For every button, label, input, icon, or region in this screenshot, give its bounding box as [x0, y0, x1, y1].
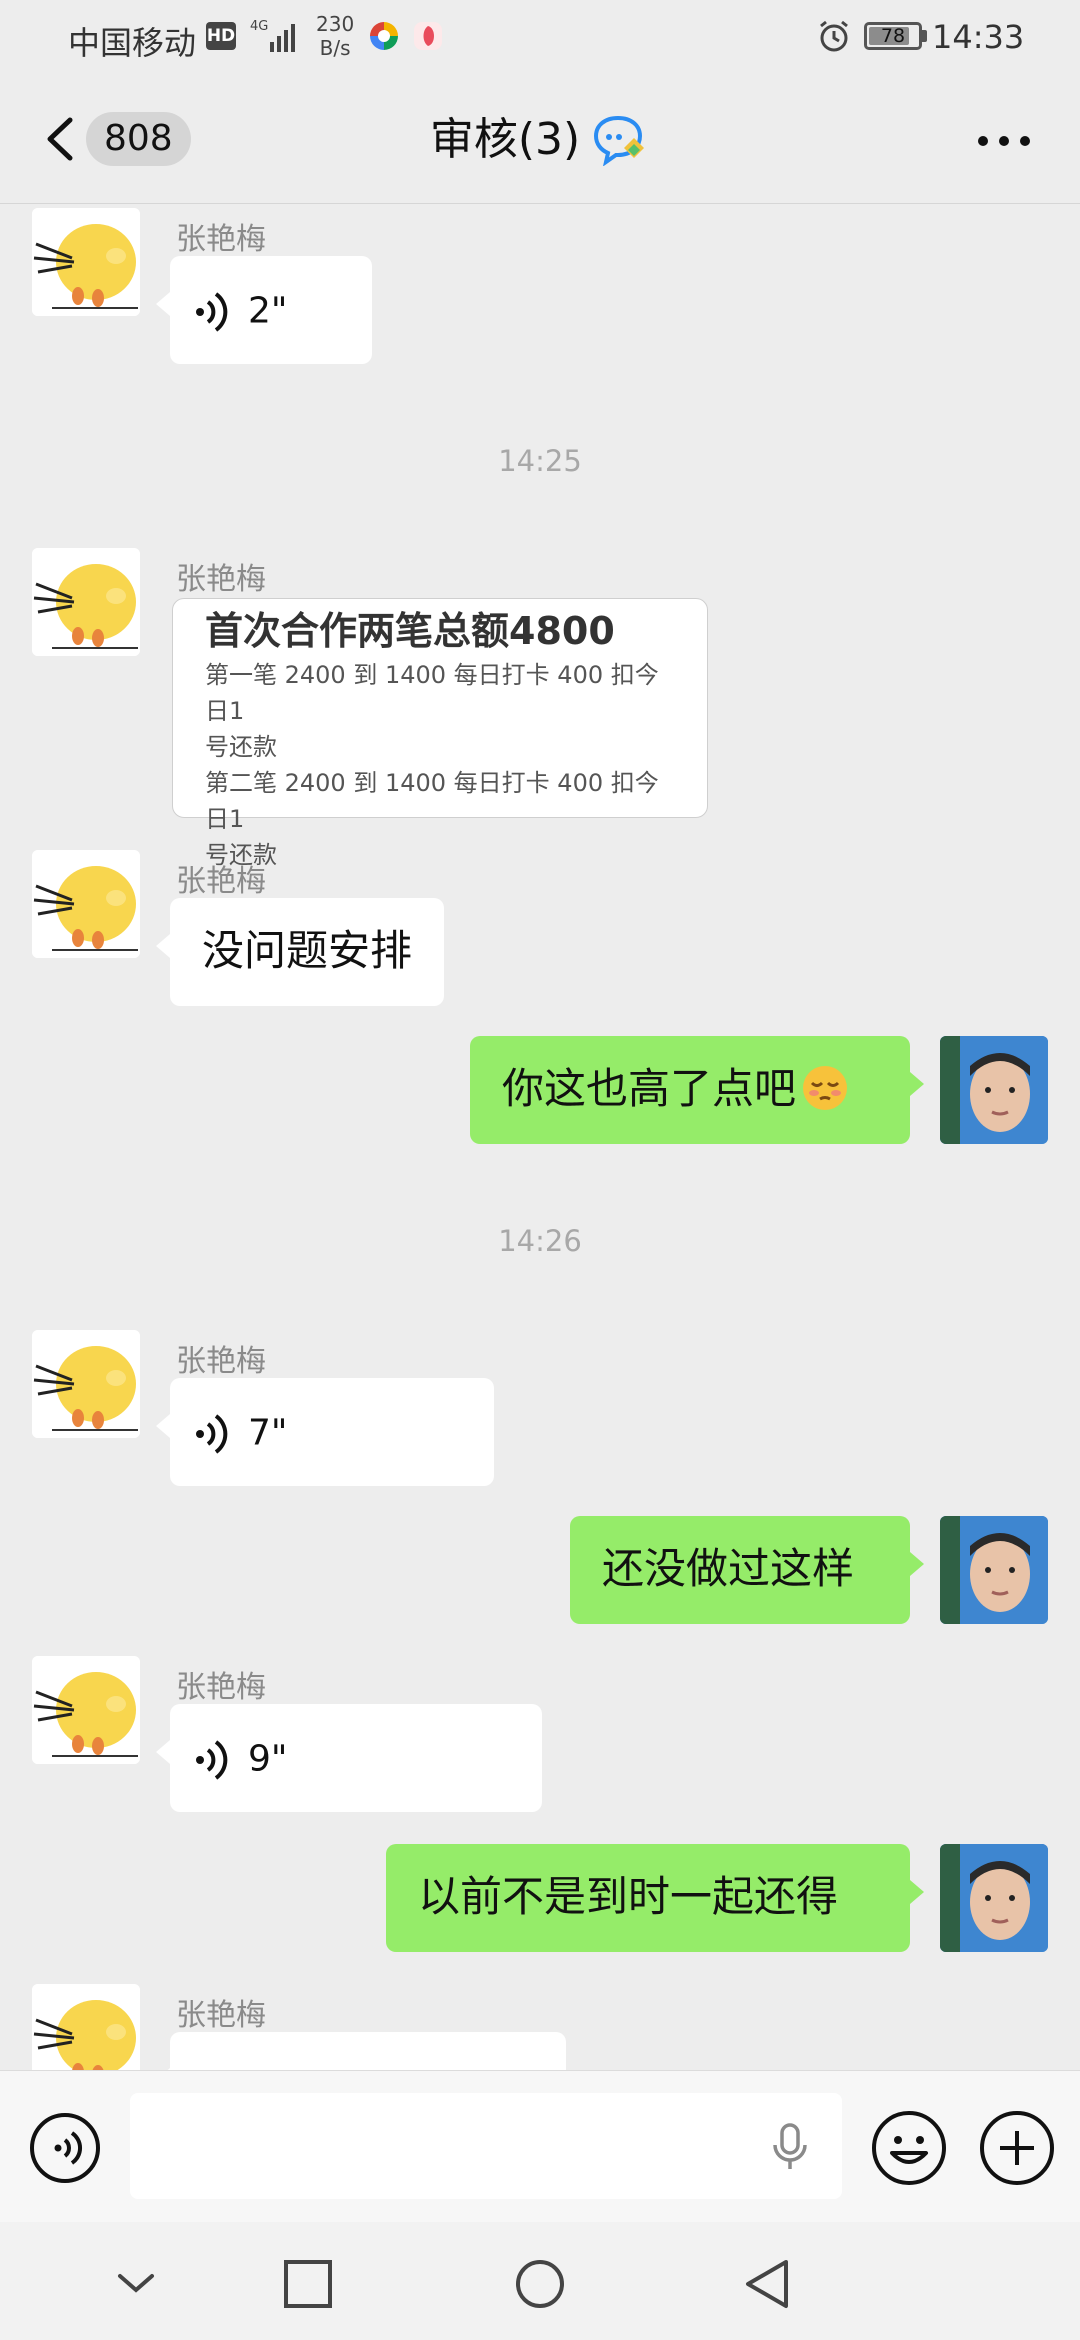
carrier-name: 中国移动 [68, 24, 197, 62]
voice-wave-icon [196, 1739, 228, 1780]
chick-avatar-image [32, 850, 140, 958]
self-avatar-image [940, 1844, 1048, 1952]
chick-avatar-image [32, 1656, 140, 1764]
system-nav-bar [0, 2222, 1080, 2340]
avatar[interactable] [32, 1656, 140, 1764]
card-title: 首次合作两笔总额4800 [205, 609, 615, 653]
message-list[interactable]: 张艳梅 2" 14:25 张艳梅 首次合作两笔总额4800 第一笔 2400 到… [0, 204, 1080, 2070]
avatar-self[interactable] [940, 1036, 1048, 1144]
timestamp: 14:26 [498, 1224, 582, 1258]
chick-avatar-image [32, 1330, 140, 1438]
avatar[interactable] [32, 208, 140, 316]
sender-name: 张艳梅 [176, 1998, 266, 2033]
chat-title: 审核(3) [429, 114, 581, 165]
timestamp: 14:25 [498, 444, 582, 478]
text-message-self[interactable]: 还没做过这样 [570, 1516, 924, 1624]
avatar-self[interactable] [940, 1844, 1048, 1952]
battery-tip [922, 30, 927, 42]
app-notification-icon [414, 22, 442, 50]
status-bar: 中国移动 HD 4G 230 B/s 78 14:33 [0, 0, 1080, 76]
emoji-icon [803, 1065, 848, 1110]
voice-wave-icon [196, 291, 228, 332]
message-text: 以前不是到时一起还得 [418, 1872, 839, 1921]
message-text: 你这也高了点吧 [502, 1064, 797, 1113]
alarm-icon [820, 20, 848, 52]
chat-header: 审核(3) 808 [0, 76, 1080, 204]
signal-icon [270, 24, 295, 52]
avatar[interactable] [32, 1984, 140, 2070]
message-text: 还没做过这样 [602, 1544, 855, 1593]
sender-name: 张艳梅 [176, 562, 266, 597]
triangle-back-icon[interactable] [742, 2258, 794, 2310]
microphone-icon[interactable] [770, 2123, 810, 2173]
text-message-self[interactable]: 以前不是到时一起还得 [386, 1844, 924, 1952]
avatar[interactable] [32, 1330, 140, 1438]
text-message[interactable]: 没问题安排 [155, 898, 445, 1006]
battery-icon: 78 [864, 22, 922, 50]
message-text: 没问题安排 [202, 926, 413, 975]
chat-bubbles-icon [594, 115, 645, 166]
image-message[interactable]: 首次合作两笔总额4800 第一笔 2400 到 1400 每日打卡 400 扣今… [172, 598, 708, 869]
avatar[interactable] [32, 850, 140, 958]
avatar-self[interactable] [940, 1516, 1048, 1624]
network-speed: 230 B/s [316, 12, 354, 60]
card-line: 第一笔 2400 到 1400 每日打卡 400 扣今日1 [205, 661, 659, 725]
sender-name: 张艳梅 [176, 864, 266, 899]
emoji-icon[interactable] [870, 2109, 948, 2187]
more-dots-icon[interactable] [976, 134, 1032, 148]
voice-message[interactable] [156, 2032, 566, 2070]
avatar[interactable] [32, 548, 140, 656]
plus-icon[interactable] [978, 2109, 1056, 2187]
sender-name: 张艳梅 [176, 1344, 266, 1379]
app-notification-icon [370, 22, 398, 50]
network-speed-value: 230 [316, 12, 355, 36]
sender-name: 张艳梅 [176, 1670, 266, 1705]
voice-duration: 2" [248, 290, 288, 332]
chick-avatar-image [32, 548, 140, 656]
chevron-down-icon[interactable] [110, 2258, 162, 2310]
sender-name: 张艳梅 [176, 222, 266, 257]
card-line: 号还款 [205, 841, 277, 869]
voice-duration: 9" [248, 1738, 288, 1780]
card-line: 号还款 [205, 733, 277, 761]
voice-message[interactable]: 2" [156, 256, 372, 364]
network-type: 4G [250, 19, 269, 34]
chick-avatar-image [32, 208, 140, 316]
voice-message[interactable]: 9" [156, 1704, 542, 1812]
message-input[interactable] [130, 2093, 842, 2199]
text-message-self[interactable]: 你这也高了点吧 [470, 1036, 924, 1144]
square-icon[interactable] [282, 2258, 334, 2310]
voice-icon[interactable] [28, 2111, 102, 2185]
voice-message[interactable]: 7" [156, 1378, 494, 1486]
card-line: 第二笔 2400 到 1400 每日打卡 400 扣今日1 [205, 769, 659, 833]
chick-avatar-image [32, 1984, 140, 2070]
circle-icon[interactable] [514, 2258, 566, 2310]
input-bar [0, 2070, 1080, 2222]
back-button[interactable] [40, 114, 80, 164]
hd-badge: HD [206, 22, 236, 50]
self-avatar-image [940, 1036, 1048, 1144]
voice-wave-icon [196, 1413, 228, 1454]
network-speed-unit: B/s [319, 36, 351, 60]
voice-duration: 7" [248, 1412, 288, 1454]
clock: 14:33 [932, 18, 1025, 56]
self-avatar-image [940, 1516, 1048, 1624]
unread-count-badge[interactable]: 808 [86, 112, 191, 166]
battery-percent: 78 [880, 25, 906, 47]
